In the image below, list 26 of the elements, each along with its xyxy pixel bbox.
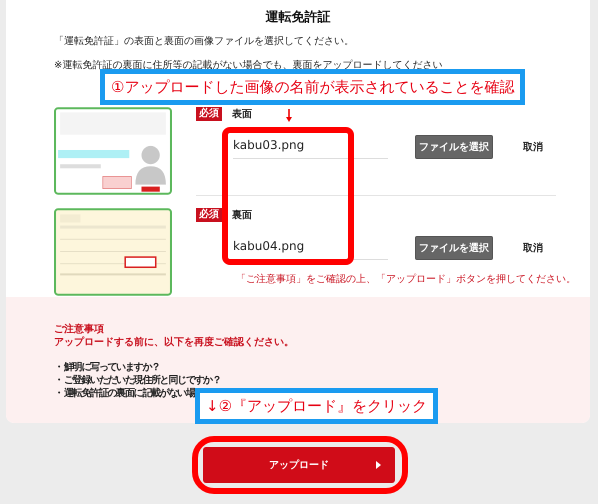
bullet: ・: [54, 387, 64, 400]
side-label: 裏面: [232, 208, 252, 222]
checklist-item: 鮮明に写っていますか？: [64, 361, 160, 374]
required-badge: 必須: [196, 107, 222, 121]
callout-label: ①アップロードした画像の名前が表示されていることを確認: [100, 69, 526, 105]
instruction-text: 「運転免許証」の表面と裏面の画像ファイルを選択してください。: [54, 34, 355, 48]
choose-file-button[interactable]: ファイルを選択: [415, 135, 493, 159]
arrow-icon: [286, 109, 292, 122]
checklist-item: 運転免許証の裏面に記載がない場: [64, 387, 195, 400]
side-label: 表面: [232, 108, 252, 121]
hint-text: 「ご注意事項」をご確認の上、「アップロード」ボタンを押してください。: [236, 272, 576, 286]
caret-icon: [376, 461, 381, 469]
caution-title: ご注意事項: [54, 323, 105, 336]
callout-label: ↓②『アップロード』をクリック: [195, 388, 438, 424]
cancel-link[interactable]: 取消: [523, 241, 543, 255]
choose-file-button[interactable]: ファイルを選択: [415, 236, 493, 260]
required-badge: 必須: [196, 208, 222, 222]
cancel-link[interactable]: 取消: [523, 140, 543, 154]
bullet: ・: [54, 361, 64, 374]
page-title: 運転免許証: [264, 9, 332, 27]
bullet: ・: [54, 374, 64, 387]
file-name-field[interactable]: kabu04.png: [233, 236, 388, 260]
upload-button[interactable]: アップロード: [203, 447, 395, 483]
caution-text: アップロードする前に、以下を再度ご確認ください。: [54, 336, 295, 349]
file-name-field[interactable]: kabu03.png: [233, 135, 388, 159]
checklist-item: ご登録いただいた現住所と同じですか？: [64, 374, 221, 387]
